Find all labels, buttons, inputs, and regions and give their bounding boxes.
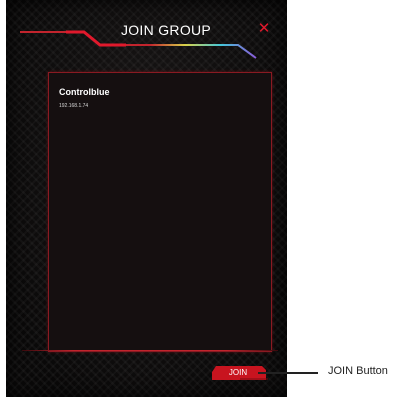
dialog-titlebar: JOIN GROUP ✕: [6, 0, 287, 60]
join-group-dialog: JOIN GROUP ✕ Controlblue 192.168.1.74 JO…: [6, 0, 287, 397]
group-ip-address: 192.168.1.74: [59, 103, 89, 109]
dialog-title: JOIN GROUP: [120, 22, 212, 38]
list-item[interactable]: Controlblue 192.168.1.74: [59, 87, 259, 109]
callout-label: JOIN Button: [328, 365, 388, 377]
callout-leader-line: [258, 372, 318, 374]
group-name: Controlblue: [59, 87, 110, 97]
group-list-panel: Controlblue 192.168.1.74: [48, 72, 272, 352]
close-icon[interactable]: ✕: [256, 20, 272, 36]
panel-divider: [22, 350, 278, 351]
